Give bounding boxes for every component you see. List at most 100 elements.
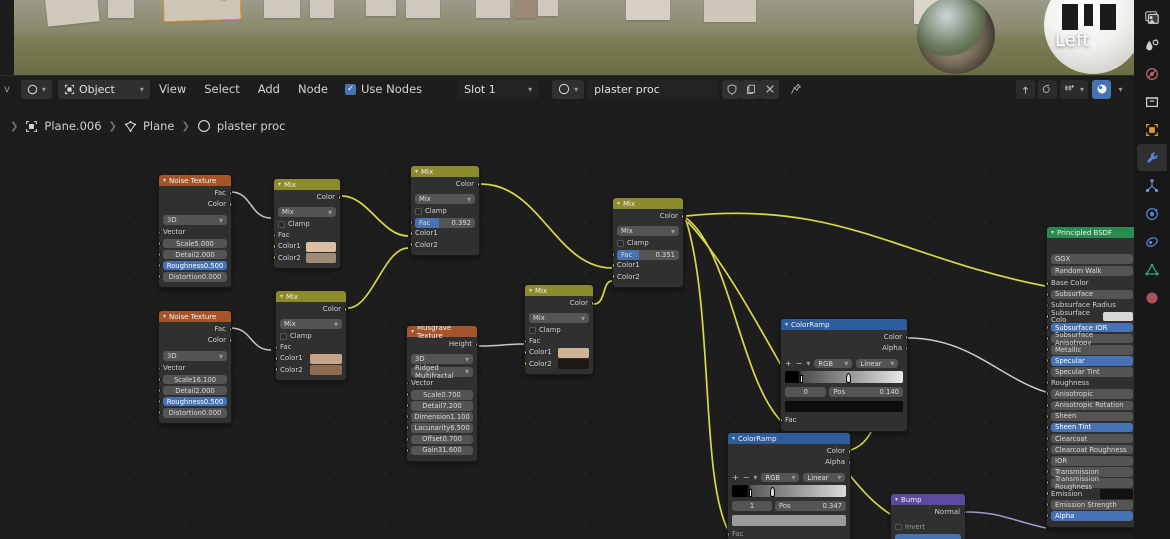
- bsdf-value-widget[interactable]: Transmission Roughness: [1051, 478, 1133, 488]
- socket-color2[interactable]: [273, 255, 276, 260]
- node-output-color[interactable]: Color: [278, 193, 336, 203]
- clamp-checkbox[interactable]: Clamp: [280, 332, 342, 342]
- socket-subsurface-colo[interactable]: [1046, 314, 1049, 319]
- tab-particle-properties[interactable]: [1137, 172, 1167, 199]
- bsdf-input-row[interactable]: Anisotropic Rotation: [1051, 401, 1133, 411]
- dimension-value-widget[interactable]: Dimension1.100: [411, 412, 473, 422]
- node-input-fac[interactable]: Fac: [529, 337, 589, 347]
- node-input-color2[interactable]: Color2: [280, 365, 342, 375]
- node-header[interactable]: ▾ ColorRamp: [781, 319, 907, 330]
- bsdf-value-widget[interactable]: Sheen: [1051, 412, 1133, 422]
- socket-scale[interactable]: [158, 377, 161, 382]
- unlink-material-button[interactable]: [760, 80, 779, 99]
- node-mix-top[interactable]: ▾ Mix Color Mix ▾ Clamp: [410, 165, 480, 256]
- pin-button[interactable]: [786, 80, 805, 99]
- breadcrumb-item-mesh[interactable]: Plane: [124, 119, 175, 133]
- distortion-value-widget[interactable]: Distortion0.000: [163, 272, 227, 282]
- ramp-stop-handle-active[interactable]: [770, 487, 775, 497]
- socket-height[interactable]: [475, 342, 478, 347]
- socket-fac[interactable]: [780, 418, 783, 423]
- color1-swatch[interactable]: [310, 354, 342, 364]
- collapse-triangle-icon[interactable]: ▾: [617, 200, 620, 207]
- node-output-color[interactable]: Color: [617, 212, 679, 222]
- socket-specular-tint[interactable]: [1046, 369, 1049, 374]
- fac-value-widget[interactable]: Fac 0.392: [415, 218, 475, 228]
- node-header[interactable]: ▾ Mix: [274, 179, 340, 190]
- socket-alpha[interactable]: [905, 346, 908, 351]
- socket-fac[interactable]: [727, 532, 730, 537]
- socket-color[interactable]: [229, 202, 232, 207]
- node-output-alpha[interactable]: Alpha: [732, 458, 846, 468]
- socket-emission[interactable]: [1046, 491, 1049, 496]
- ramp-stop-color-swatch[interactable]: [785, 401, 903, 412]
- tab-scene-properties[interactable]: [1137, 88, 1167, 115]
- node-input-scale[interactable]: Scale0.700: [411, 390, 473, 400]
- socket-color1[interactable]: [612, 263, 615, 268]
- dimension-dropdown[interactable]: 3D ▾: [163, 351, 227, 361]
- node-output-height[interactable]: Height: [411, 340, 473, 350]
- socket-transmission-roughness[interactable]: [1046, 480, 1049, 485]
- socket-vector[interactable]: [406, 381, 409, 386]
- bsdf-input-row[interactable]: Sheen Tint: [1051, 423, 1133, 433]
- shading-dropdown-button[interactable]: ▾: [1111, 80, 1130, 99]
- ramp-pos-field[interactable]: Pos 0.140: [829, 387, 903, 397]
- bsdf-input-row[interactable]: Subsurface: [1051, 290, 1133, 300]
- color1-swatch[interactable]: [558, 348, 589, 358]
- node-input-color1[interactable]: Color1: [278, 242, 336, 252]
- clamp-checkbox[interactable]: Clamp: [529, 326, 589, 336]
- node-output-color[interactable]: Color: [415, 180, 475, 190]
- blend-mode-dropdown[interactable]: Mix ▾: [617, 226, 679, 236]
- node-input-fac[interactable]: Fac 0.351: [617, 250, 679, 260]
- node-header[interactable]: ▾ Principled BSDF: [1047, 227, 1134, 238]
- node-input-fac[interactable]: Fac: [785, 416, 903, 426]
- socket-roughness[interactable]: [1046, 380, 1049, 385]
- node-mix-mid[interactable]: ▾ Mix Color Mix ▾ Clamp: [524, 284, 594, 375]
- node-input-roughness[interactable]: Roughness0.500: [163, 397, 227, 407]
- socket-color1[interactable]: [273, 244, 276, 249]
- socket-fac[interactable]: [612, 252, 615, 257]
- tab-render-properties[interactable]: [1137, 4, 1167, 31]
- 3d-viewport[interactable]: Left: [14, 0, 1134, 75]
- socket-scale[interactable]: [158, 241, 161, 246]
- breadcrumb-item-object[interactable]: Plane.006: [25, 119, 101, 133]
- node-input-lacunarity[interactable]: Lacunarity6.500: [411, 423, 473, 433]
- socket-dimension[interactable]: [406, 414, 409, 419]
- bsdf-color-swatch[interactable]: [1103, 312, 1133, 322]
- collapse-triangle-icon[interactable]: ▾: [163, 313, 166, 320]
- socket-alpha[interactable]: [848, 460, 851, 465]
- bsdf-value-widget[interactable]: Metallic: [1051, 345, 1133, 355]
- socket-fac[interactable]: [275, 345, 278, 350]
- node-input-vector[interactable]: Vector: [163, 364, 227, 374]
- socket-subsurface[interactable]: [1046, 292, 1049, 297]
- node-input-color2[interactable]: Color2: [278, 253, 336, 263]
- node-bump[interactable]: ▾ Bump Normal Invert: [890, 493, 966, 539]
- interpolation-dropdown[interactable]: Linear ▾: [803, 473, 845, 482]
- socket-detail[interactable]: [158, 252, 161, 257]
- tab-constraint-properties[interactable]: [1137, 228, 1167, 255]
- expand-right-icon[interactable]: ❯: [10, 121, 18, 132]
- blend-mode-dropdown[interactable]: Mix ▾: [529, 313, 589, 323]
- ramp-stop-handle-active[interactable]: [846, 373, 851, 383]
- collapse-triangle-icon[interactable]: ▾: [163, 177, 166, 184]
- node-input-color1[interactable]: Color1: [280, 354, 342, 364]
- bsdf-input-row[interactable]: Specular Tint: [1051, 367, 1133, 377]
- socket-roughness[interactable]: [158, 399, 161, 404]
- socket-distortion[interactable]: [158, 274, 161, 279]
- socket-color2[interactable]: [275, 367, 278, 372]
- remove-stop-button[interactable]: −: [743, 473, 750, 482]
- node-input-color1[interactable]: Color1: [415, 229, 475, 239]
- material-name-field[interactable]: plaster proc: [587, 80, 719, 99]
- bump-strength-widget[interactable]: [895, 534, 961, 539]
- ramp-menu-button[interactable]: ▾: [753, 473, 757, 482]
- node-header[interactable]: ▾ Mix: [613, 198, 683, 209]
- remove-stop-button[interactable]: −: [796, 359, 803, 368]
- node-output-fac[interactable]: Fac: [163, 189, 227, 199]
- socket-detail[interactable]: [158, 388, 161, 393]
- bsdf-input-row[interactable]: IOR: [1051, 456, 1133, 466]
- socket-subsurface-anisotropy[interactable]: [1046, 336, 1049, 341]
- socket-clearcoat-roughness[interactable]: [1046, 447, 1049, 452]
- node-output-color[interactable]: Color: [785, 333, 903, 343]
- socket-color1[interactable]: [275, 356, 278, 361]
- tab-material-properties[interactable]: [1137, 284, 1167, 311]
- dimension-dropdown[interactable]: 3D ▾: [411, 354, 473, 364]
